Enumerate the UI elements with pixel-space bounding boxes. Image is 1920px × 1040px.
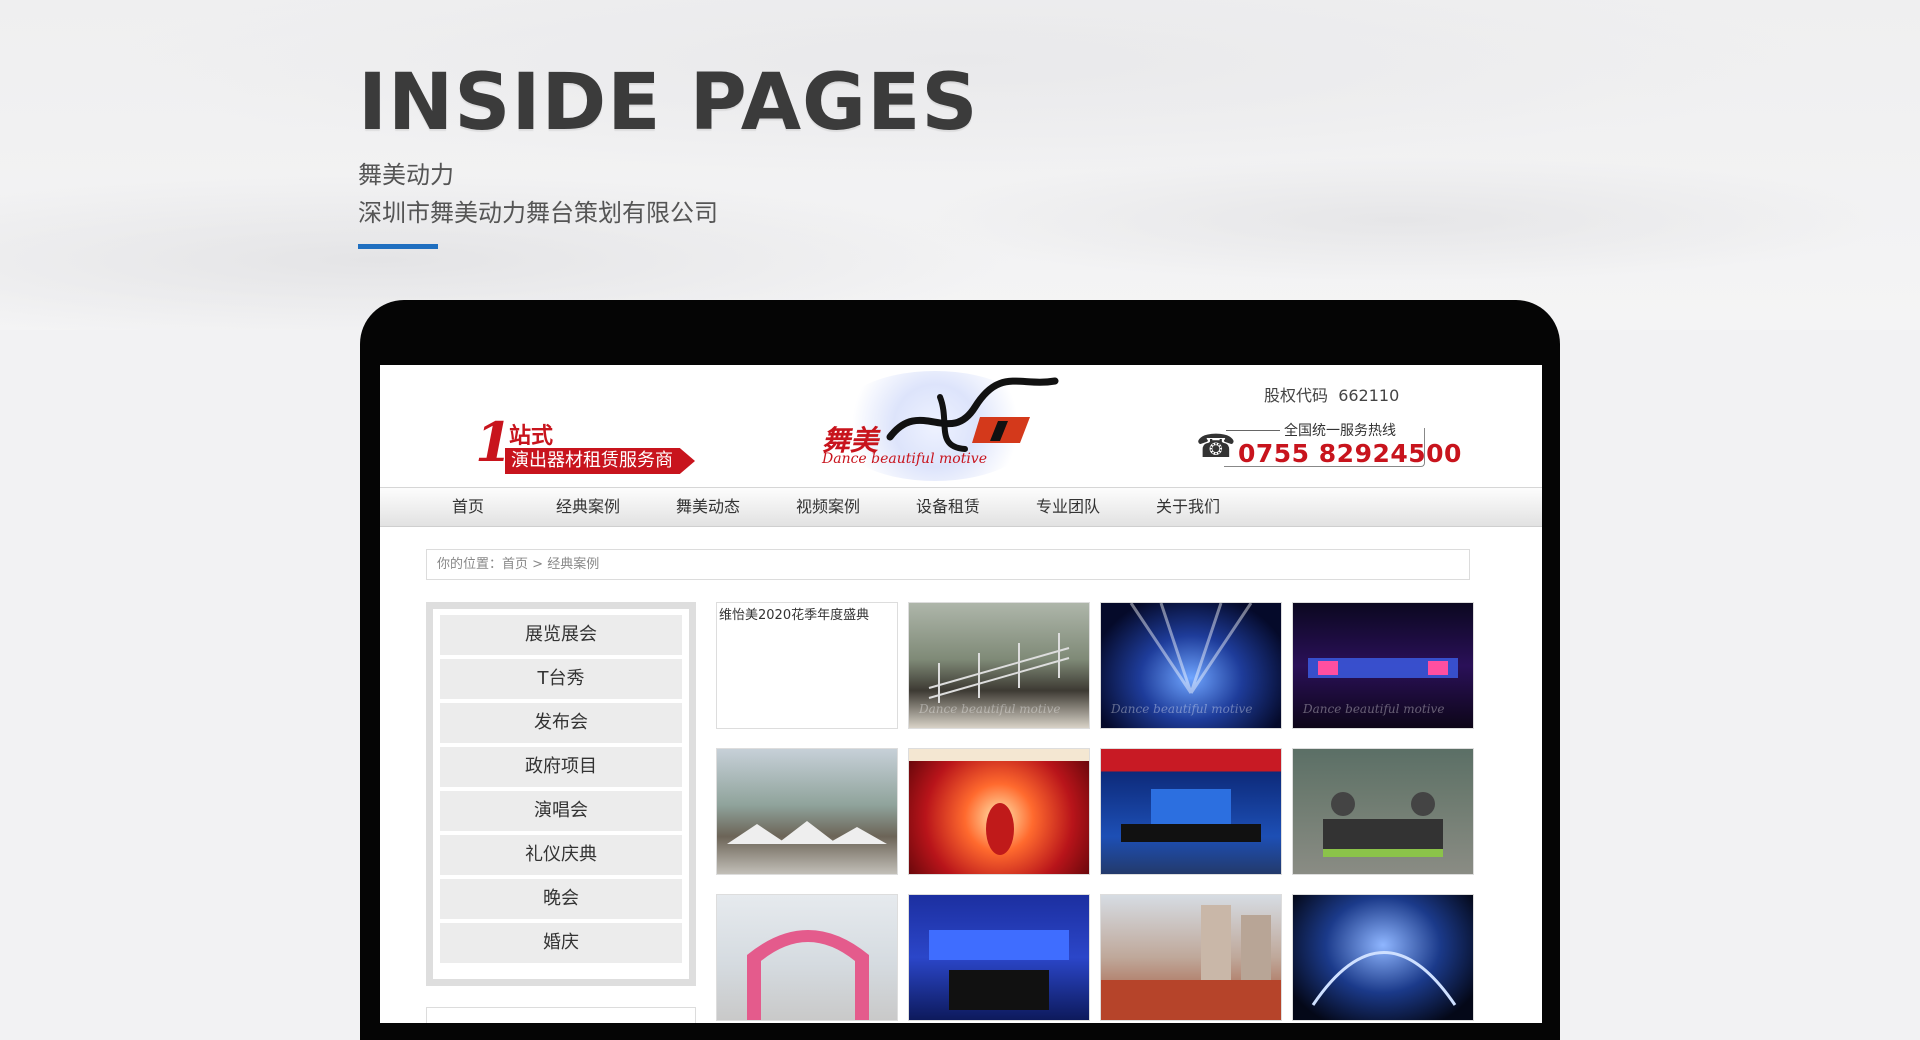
gallery-item[interactable] xyxy=(716,894,898,1021)
gallery-item[interactable] xyxy=(908,894,1090,1021)
watermark: Dance beautiful motive xyxy=(1111,702,1253,716)
category-sidebar: 展览展会 T台秀 发布会 政府项目 演唱会 礼仪庆典 晚会 婚庆 xyxy=(426,602,696,986)
site-logo[interactable]: 舞美 Dance beautiful motive xyxy=(810,371,1060,486)
gallery-item[interactable]: 维怡美2020花季年度盛典 xyxy=(716,602,898,729)
slogan-ribbon: 演出器材租赁服务商 xyxy=(505,448,695,474)
gallery-item[interactable] xyxy=(908,748,1090,875)
stock-code: 股权代码 662110 xyxy=(1264,382,1399,406)
night-stage-image xyxy=(1311,951,1457,1006)
sidebar-item-gala[interactable]: 晚会 xyxy=(440,879,682,919)
gallery-item[interactable]: Dance beautiful motive xyxy=(1292,602,1474,729)
nav-item-rental[interactable]: 设备租赁 xyxy=(898,488,998,526)
hotline-divider xyxy=(1226,430,1280,431)
breadcrumb-current[interactable]: 经典案例 xyxy=(547,557,599,572)
nav-item-home[interactable]: 首页 xyxy=(418,488,518,526)
hero-subtitle-brand: 舞美动力 xyxy=(358,161,454,189)
nav-item-videos[interactable]: 视频案例 xyxy=(778,488,878,526)
nav-item-news[interactable]: 舞美动态 xyxy=(658,488,758,526)
stage-rigging-image xyxy=(1323,792,1443,857)
hero-subtitle-company: 深圳市舞美动力舞台策划有限公司 xyxy=(358,199,718,227)
nav-item-cases[interactable]: 经典案例 xyxy=(538,488,638,526)
sidebar-item-runway[interactable]: T台秀 xyxy=(440,659,682,699)
hero-section: INSIDE PAGES 舞美动力 深圳市舞美动力舞台策划有限公司 xyxy=(358,58,979,249)
logo-brush-icon xyxy=(886,377,1059,452)
sidebar-item-concert[interactable]: 演唱会 xyxy=(440,791,682,831)
slogan-top-text: 站式 xyxy=(509,424,554,449)
nav-item-about[interactable]: 关于我们 xyxy=(1138,488,1238,526)
hotline-block: ☎ 全国统一服务热线 0755 82924500 xyxy=(1196,420,1461,472)
watermark: Dance beautiful motive xyxy=(919,702,1061,716)
website-screen: 1 站式 演出器材租赁服务商 舞美 Dance beautiful motive… xyxy=(380,365,1542,1023)
site-header: 1 站式 演出器材租赁服务商 舞美 Dance beautiful motive… xyxy=(380,365,1542,487)
gallery-item[interactable]: Dance beautiful motive xyxy=(908,602,1090,729)
breadcrumb-separator: > xyxy=(532,557,544,572)
breadcrumb-prefix: 你的位置： xyxy=(437,557,503,572)
sidebar-item-launch[interactable]: 发布会 xyxy=(440,703,682,743)
phone-icon: ☎ xyxy=(1196,427,1236,465)
sidebar-item-wedding[interactable]: 婚庆 xyxy=(440,923,682,963)
fire-performance-image xyxy=(909,749,1089,855)
breadcrumb: 你的位置：首页 > 经典案例 xyxy=(426,549,1470,580)
main-nav: 首页 经典案例 舞美动态 视频案例 设备租赁 专业团队 关于我们 xyxy=(380,487,1542,527)
group-photo-stage-image xyxy=(929,930,1069,1010)
inflatable-arch-image xyxy=(747,930,869,1020)
sidebar-secondary-box xyxy=(426,1007,696,1023)
gallery-item[interactable] xyxy=(716,748,898,875)
nav-item-team[interactable]: 专业团队 xyxy=(1018,488,1118,526)
hero-title: INSIDE PAGES xyxy=(358,58,979,148)
gallery-item[interactable] xyxy=(1100,748,1282,875)
sidebar-item-ceremony[interactable]: 礼仪庆典 xyxy=(440,835,682,875)
sidebar-item-exhibition[interactable]: 展览展会 xyxy=(440,615,682,655)
stage-backdrop-image xyxy=(1121,789,1261,842)
outdoor-tents-image xyxy=(727,821,887,844)
logo-english-text: Dance beautiful motive xyxy=(822,451,988,467)
hotline-label: 全国统一服务热线 xyxy=(1284,423,1396,439)
breadcrumb-home[interactable]: 首页 xyxy=(502,557,528,572)
gallery-item[interactable] xyxy=(1100,894,1282,1021)
slogan-badge: 1 站式 演出器材租赁服务商 xyxy=(475,412,695,478)
watermark: Dance beautiful motive xyxy=(1303,702,1445,716)
sidebar-item-government[interactable]: 政府项目 xyxy=(440,747,682,787)
stock-label: 股权代码 xyxy=(1264,386,1329,405)
gallery-item[interactable] xyxy=(1292,748,1474,875)
gallery-item[interactable]: Dance beautiful motive xyxy=(1100,602,1282,729)
building-venue-image xyxy=(1101,905,1281,1020)
gallery-item[interactable] xyxy=(1292,894,1474,1021)
hero-accent-bar xyxy=(358,244,438,249)
broken-image-alt: 维怡美2020花季年度盛典 xyxy=(719,608,870,623)
sidebar-list: 展览展会 T台秀 发布会 政府项目 演唱会 礼仪庆典 晚会 婚庆 xyxy=(433,609,689,979)
hotline-number: 0755 82924500 xyxy=(1238,439,1462,468)
stock-value: 662110 xyxy=(1338,386,1400,405)
